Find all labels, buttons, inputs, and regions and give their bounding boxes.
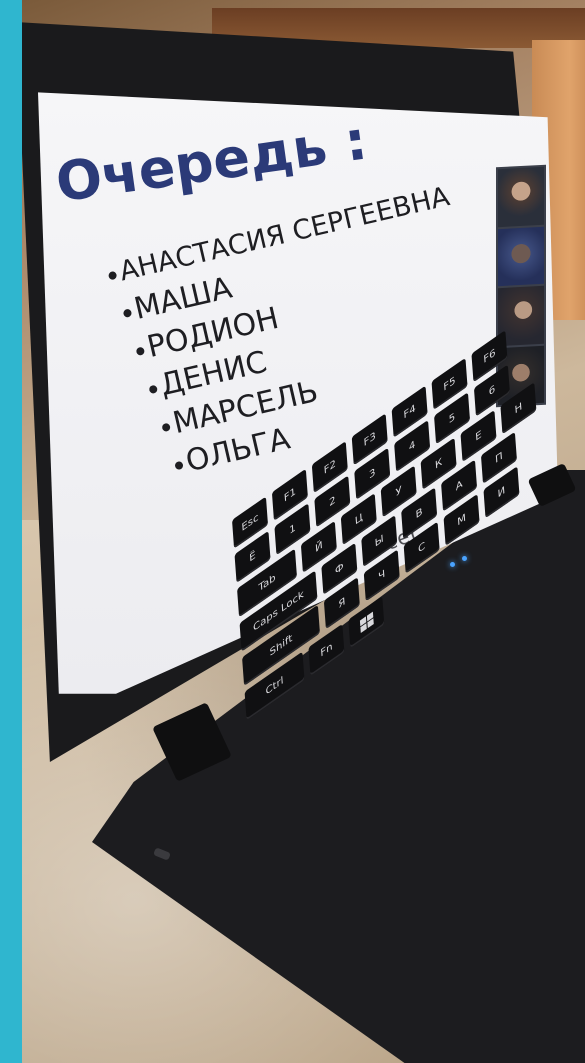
slide-title: Очередь : [52, 108, 371, 215]
bullet-dot-icon [174, 460, 184, 470]
bullet-dot-icon [148, 384, 158, 394]
bullet-dot-icon [135, 345, 146, 356]
bullet-dot-icon [107, 270, 118, 280]
bullet-dot-icon [161, 422, 171, 432]
laptop-photo: Очередь : АНАСТАСИЯ СЕРГЕЕВНА МАША РОДИО… [22, 0, 585, 1063]
bullet-dot-icon [122, 307, 133, 318]
participant-video-tile [498, 166, 544, 227]
windows-logo-icon [359, 611, 374, 633]
photo-frame: Очередь : АНАСТАСИЯ СЕРГЕЕВНА МАША РОДИО… [0, 0, 585, 1063]
participant-video-tile [498, 226, 544, 287]
